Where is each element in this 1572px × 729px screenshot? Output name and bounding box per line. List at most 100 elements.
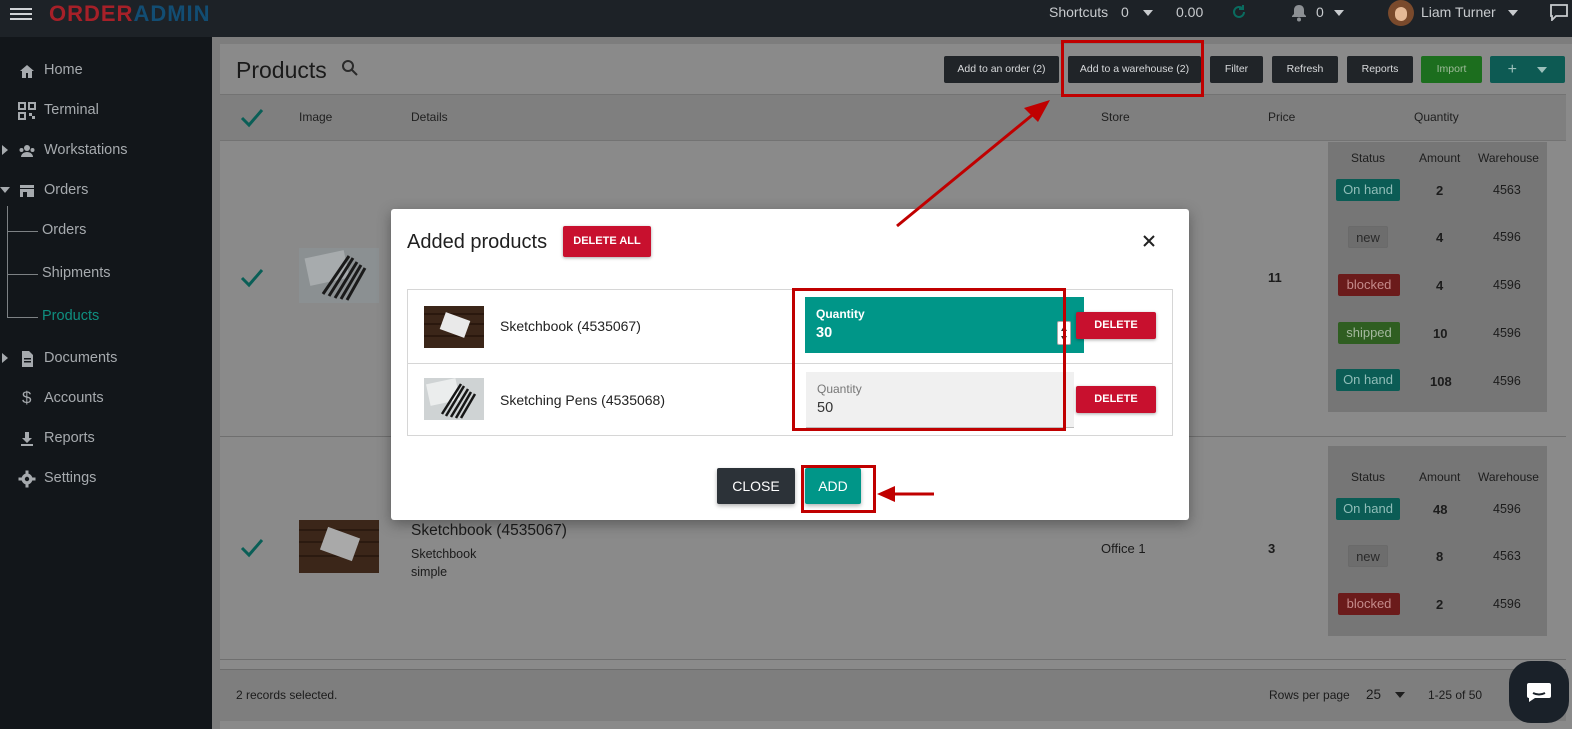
collapse-arrow-icon[interactable]: [0, 187, 10, 193]
chat-bubble-icon[interactable]: [1549, 3, 1569, 21]
quantity-field[interactable]: Quantity 50: [806, 372, 1074, 428]
sidebar-item-label: Orders: [44, 182, 89, 198]
added-products-list: Sketchbook (4535067) Quantity 30 DELETE …: [407, 289, 1173, 436]
warehouse-value: 4596: [1493, 230, 1521, 244]
add-button[interactable]: ADD: [805, 468, 861, 504]
sidebar-item-documents[interactable]: Documents: [0, 344, 212, 374]
sidebar-item-settings[interactable]: Settings: [0, 464, 212, 494]
delete-button[interactable]: DELETE: [1076, 312, 1156, 339]
close-button[interactable]: CLOSE: [717, 468, 795, 504]
sidebar-item-accounts[interactable]: $ Accounts: [0, 384, 212, 414]
warehouse-value: 4596: [1493, 278, 1521, 292]
expand-arrow-icon[interactable]: [2, 145, 8, 155]
bell-icon[interactable]: [1290, 3, 1308, 22]
rows-per-page-label: Rows per page: [1269, 688, 1350, 702]
row-divider: [220, 659, 1566, 660]
menu-icon[interactable]: [10, 5, 32, 23]
add-to-warehouse-button[interactable]: Add to a warehouse (2): [1068, 56, 1201, 83]
quantity-field[interactable]: Quantity 30: [805, 297, 1084, 353]
warehouse-value: 4563: [1493, 549, 1521, 563]
filter-button[interactable]: Filter: [1210, 56, 1263, 83]
column-header-store[interactable]: Store: [1101, 110, 1130, 124]
status-badge: On hand: [1336, 498, 1400, 520]
shortcuts-chevron-down-icon[interactable]: [1143, 10, 1153, 16]
sidebar-subitem-products[interactable]: Products: [0, 304, 212, 330]
expand-arrow-icon[interactable]: [2, 353, 8, 363]
price-value: 3: [1268, 541, 1276, 556]
select-all-checkbox[interactable]: [240, 108, 264, 128]
chat-button[interactable]: [1509, 661, 1569, 723]
product-name: Sketching Pens (4535068): [500, 392, 665, 408]
shortcuts-count: 0: [1121, 4, 1129, 20]
status-badge: new: [1348, 226, 1388, 248]
sidebar-item-orders[interactable]: Orders: [0, 176, 212, 206]
user-chevron-down-icon[interactable]: [1508, 10, 1518, 16]
sidebar-item-label: Reports: [44, 430, 95, 446]
delete-all-button[interactable]: DELETE ALL: [563, 226, 651, 257]
column-header-image[interactable]: Image: [299, 110, 332, 124]
product-subtitle: Sketchbook: [411, 547, 477, 561]
product-name[interactable]: Sketchbook (4535067): [411, 522, 567, 540]
sidebar-subitem-orders[interactable]: Orders: [0, 218, 212, 244]
sidebar-subitem-label: Products: [42, 308, 100, 324]
reports-button[interactable]: Reports: [1347, 56, 1413, 83]
amount-value: 4: [1436, 230, 1444, 245]
amount-value: 108: [1430, 374, 1452, 389]
column-header-quantity[interactable]: Quantity: [1414, 110, 1459, 124]
sidebar-item-home[interactable]: Home: [0, 56, 212, 86]
sidebar-subitem-shipments[interactable]: Shipments: [0, 261, 212, 287]
chevron-down-icon[interactable]: [1395, 692, 1405, 698]
status-badge: On hand: [1336, 369, 1400, 391]
row-checkbox[interactable]: [240, 538, 264, 558]
sidebar-item-reports[interactable]: Reports: [0, 424, 212, 454]
product-name: Sketchbook (4535067): [500, 318, 641, 334]
status-badge: shipped: [1338, 322, 1400, 344]
notifications-chevron-down-icon[interactable]: [1334, 10, 1344, 16]
user-name[interactable]: Liam Turner: [1421, 4, 1496, 20]
app-logo[interactable]: ORDERADMIN: [49, 1, 211, 27]
amount-value: 10: [1433, 326, 1448, 341]
quantity-value[interactable]: 30: [816, 325, 832, 341]
shortcuts-label[interactable]: Shortcuts: [1049, 4, 1108, 20]
amount-value: 48: [1433, 502, 1448, 517]
refresh-button[interactable]: Refresh: [1272, 56, 1338, 83]
product-image: [424, 306, 484, 348]
product-image: [424, 378, 484, 420]
added-products-dialog: Added products DELETE ALL Sketchbook (45…: [391, 209, 1189, 520]
avatar[interactable]: [1388, 0, 1414, 26]
qty-header-warehouse: Warehouse: [1478, 470, 1539, 484]
dollar-icon: $: [22, 388, 32, 407]
home-icon: [20, 65, 34, 78]
import-button[interactable]: Import: [1421, 56, 1482, 83]
column-header-details[interactable]: Details: [411, 110, 448, 124]
sidebar-item-workstations[interactable]: Workstations: [0, 136, 212, 166]
warehouse-value: 4563: [1493, 183, 1521, 197]
product-type: simple: [411, 565, 448, 579]
notifications-count: 0: [1316, 4, 1324, 20]
search-icon[interactable]: [341, 59, 359, 77]
gear-icon: [18, 470, 36, 488]
warehouse-value: 4596: [1493, 502, 1521, 516]
row-checkbox[interactable]: [240, 268, 264, 288]
refresh-icon[interactable]: [1230, 3, 1248, 21]
list-item: Sketchbook (4535067) Quantity 30 DELETE: [408, 290, 1172, 363]
quantity-stepper[interactable]: [1057, 321, 1071, 345]
warehouse-value: 4596: [1493, 374, 1521, 388]
sidebar-item-label: Settings: [44, 470, 97, 486]
rows-per-page-select[interactable]: 25: [1366, 687, 1381, 702]
warehouse-value: 4596: [1493, 597, 1521, 611]
product-image: [299, 248, 379, 303]
close-icon[interactable]: [1141, 233, 1157, 249]
qr-code-icon: [18, 102, 36, 120]
pagination-range: 1-25 of 50: [1428, 688, 1483, 702]
delete-button[interactable]: DELETE: [1076, 386, 1156, 413]
sidebar-item-terminal[interactable]: Terminal: [0, 96, 212, 126]
quantity-label: Quantity: [816, 307, 865, 321]
quantity-value[interactable]: 50: [817, 400, 833, 416]
add-new-button[interactable]: +: [1490, 56, 1565, 83]
store-value: Office 1: [1101, 541, 1146, 556]
product-image: [299, 520, 379, 573]
selection-count: 2 records selected.: [236, 688, 338, 702]
add-to-order-button[interactable]: Add to an order (2): [944, 56, 1059, 83]
column-header-price[interactable]: Price: [1268, 110, 1295, 124]
